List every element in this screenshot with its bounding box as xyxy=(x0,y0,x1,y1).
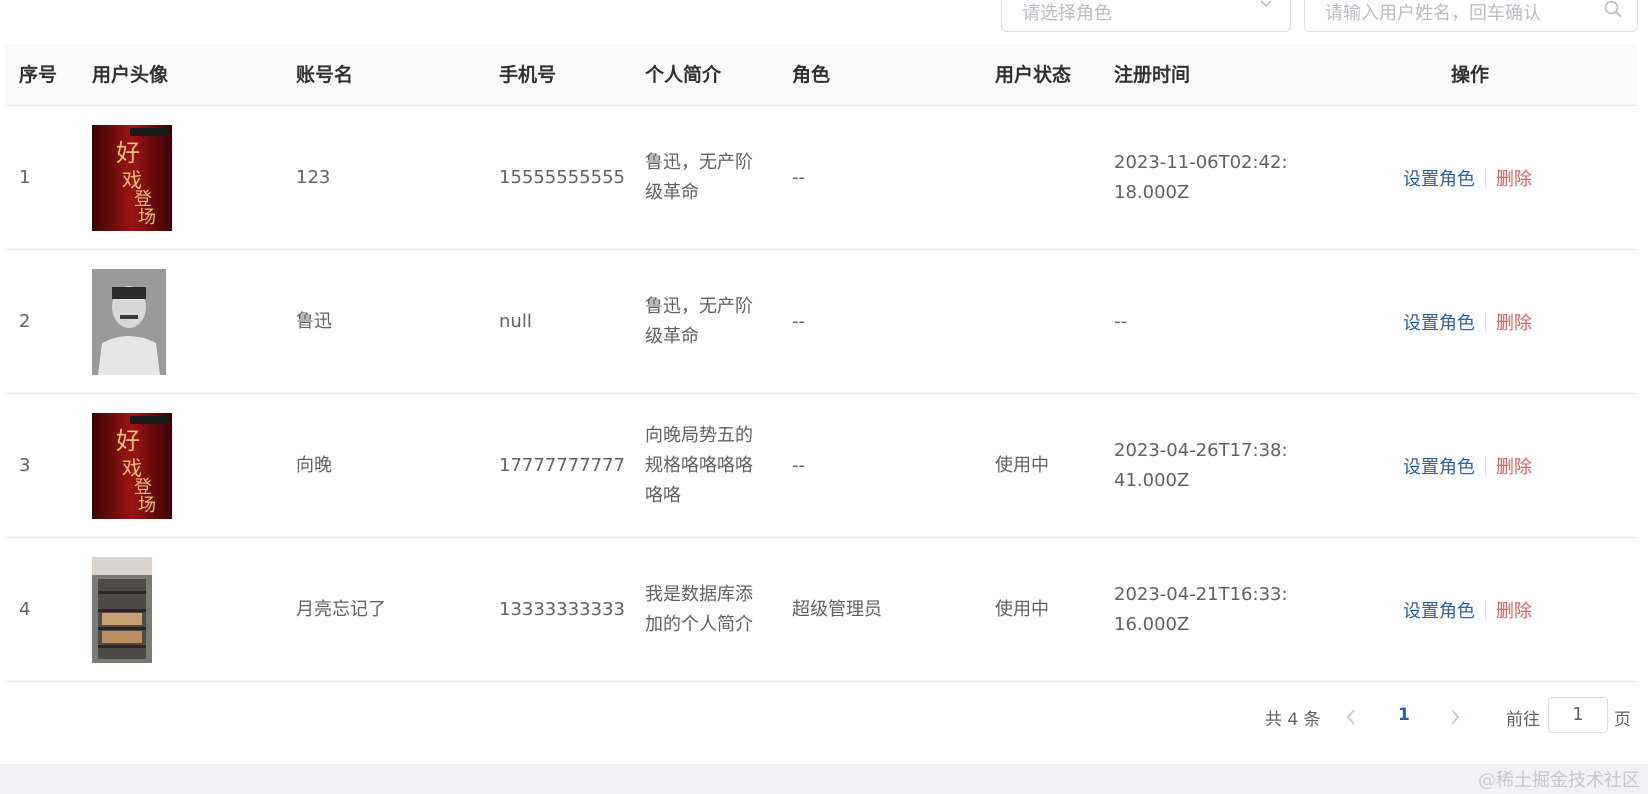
avatar xyxy=(92,268,166,375)
cell-avatar xyxy=(92,538,152,681)
cell-actions: 设置角色 删除 xyxy=(1403,394,1532,537)
cell-status: 使用中 xyxy=(995,454,1049,476)
goto-label: 前往 xyxy=(1506,710,1540,730)
delete-button[interactable]: 删除 xyxy=(1496,165,1532,191)
table-header: 序号 用户头像 账号名 手机号 个人简介 角色 用户状态 注册时间 操作 xyxy=(5,44,1637,106)
cell-index: 1 xyxy=(19,166,31,188)
header-index: 序号 xyxy=(19,64,58,86)
cell-actions: 设置角色 删除 xyxy=(1403,538,1532,681)
set-role-button[interactable]: 设置角色 xyxy=(1403,309,1475,335)
pagination-total: 共 4 条 xyxy=(1265,710,1321,730)
header-phone: 手机号 xyxy=(499,64,557,86)
header-status: 用户状态 xyxy=(995,64,1072,86)
cell-avatar: 好 戏 登 场 xyxy=(92,106,172,249)
cell-phone: 15555555555 xyxy=(499,166,625,188)
action-divider xyxy=(1485,456,1486,475)
delete-button[interactable]: 删除 xyxy=(1496,597,1532,623)
avatar: 好 戏 登 场 xyxy=(92,412,172,519)
chevron-down-icon xyxy=(1260,0,1272,8)
set-role-button[interactable]: 设置角色 xyxy=(1403,453,1475,479)
cell-register-time: 2023-04-26T17:38:41.000Z xyxy=(1114,439,1288,491)
cell-bio: 鲁迅，无产阶级革命 xyxy=(645,295,753,347)
action-divider xyxy=(1485,600,1486,619)
cell-index: 3 xyxy=(19,454,31,476)
svg-text:场: 场 xyxy=(138,207,156,228)
filter-bar: 请选择角色 请输入用户姓名，回车确认 xyxy=(0,0,1648,32)
page-unit-label: 页 xyxy=(1614,710,1631,730)
action-divider xyxy=(1485,312,1486,331)
cell-phone: 13333333333 xyxy=(499,598,625,620)
cell-register-time: -- xyxy=(1114,310,1127,332)
cell-actions: 设置角色 删除 xyxy=(1403,106,1532,249)
cell-actions: 设置角色 删除 xyxy=(1403,250,1532,393)
search-icon[interactable] xyxy=(1603,0,1623,19)
watermark: @稀土掘金技术社区 xyxy=(1478,770,1640,791)
table-row: 3 好 戏 登 场 向晚 17777777777 向晚局势五的规格咯咯咯咯咯咯 … xyxy=(5,394,1637,538)
header-actions: 操作 xyxy=(1451,64,1490,86)
cell-avatar: 好 戏 登 场 xyxy=(92,394,172,537)
table-row: 4 月亮忘记了 13333333333 我是数据库添加的个人简介 超级管理员 使… xyxy=(5,538,1637,682)
table-row: 2 鲁迅 null 鲁迅，无产阶级革命 -- -- 设置角色 删除 xyxy=(5,250,1637,394)
cell-register-time: 2023-04-21T16:33:16.000Z xyxy=(1114,583,1288,635)
set-role-button[interactable]: 设置角色 xyxy=(1403,597,1475,623)
table-row: 1 好 戏 登 场 123 15555555555 鲁迅，无产阶级革命 -- 2… xyxy=(5,106,1637,250)
header-avatar: 用户头像 xyxy=(92,64,169,86)
svg-text:好: 好 xyxy=(116,139,140,167)
avatar: 好 戏 登 场 xyxy=(92,124,172,231)
svg-text:好: 好 xyxy=(116,427,140,455)
cell-bio: 向晚局势五的规格咯咯咯咯咯咯 xyxy=(645,424,753,506)
user-search-input[interactable]: 请输入用户姓名，回车确认 xyxy=(1304,0,1638,32)
cell-status: 使用中 xyxy=(995,598,1049,620)
footer-band xyxy=(0,764,1648,794)
cell-account: 鲁迅 xyxy=(296,310,332,332)
cell-index: 2 xyxy=(19,310,31,332)
cell-avatar xyxy=(92,250,166,393)
cell-role: 超级管理员 xyxy=(792,598,882,620)
header-bio: 个人简介 xyxy=(645,64,722,86)
header-role: 角色 xyxy=(792,64,831,86)
delete-button[interactable]: 删除 xyxy=(1496,453,1532,479)
role-select[interactable]: 请选择角色 xyxy=(1001,0,1291,32)
action-divider xyxy=(1485,168,1486,187)
svg-text:场: 场 xyxy=(138,495,156,516)
cell-account: 123 xyxy=(296,166,331,188)
page-number-current[interactable]: 1 xyxy=(1398,705,1410,725)
cell-phone: null xyxy=(499,310,532,332)
goto-page-input[interactable]: 1 xyxy=(1548,697,1608,733)
cell-account: 月亮忘记了 xyxy=(296,598,386,620)
cell-account: 向晚 xyxy=(296,454,332,476)
cell-role: -- xyxy=(792,310,805,332)
avatar xyxy=(92,556,152,663)
cell-index: 4 xyxy=(19,598,31,620)
chevron-right-icon[interactable] xyxy=(1447,707,1463,727)
cell-role: -- xyxy=(792,454,805,476)
cell-register-time: 2023-11-06T02:42:18.000Z xyxy=(1114,151,1288,203)
header-register-time: 注册时间 xyxy=(1114,64,1191,86)
cell-bio: 我是数据库添加的个人简介 xyxy=(645,583,753,635)
search-placeholder: 请输入用户姓名，回车确认 xyxy=(1325,3,1541,24)
header-account: 账号名 xyxy=(296,64,354,86)
cell-phone: 17777777777 xyxy=(499,454,625,476)
cell-role: -- xyxy=(792,166,805,188)
role-select-placeholder: 请选择角色 xyxy=(1022,3,1112,24)
chevron-left-icon[interactable] xyxy=(1343,707,1359,727)
set-role-button[interactable]: 设置角色 xyxy=(1403,165,1475,191)
cell-bio: 鲁迅，无产阶级革命 xyxy=(645,151,753,203)
delete-button[interactable]: 删除 xyxy=(1496,309,1532,335)
user-table: 序号 用户头像 账号名 手机号 个人简介 角色 用户状态 注册时间 操作 1 好… xyxy=(5,44,1637,682)
pagination: 共 4 条 1 前往 1 页 xyxy=(0,697,1648,737)
